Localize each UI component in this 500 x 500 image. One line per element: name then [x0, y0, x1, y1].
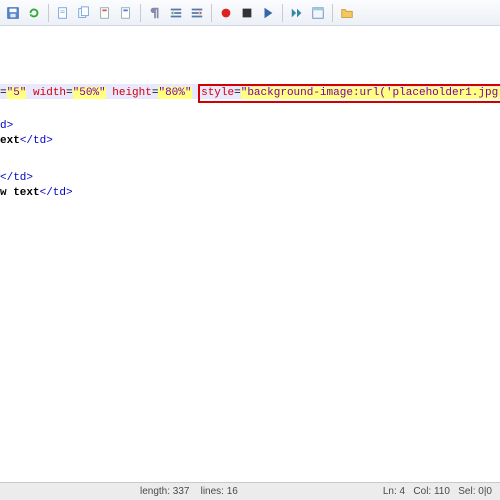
toolbar-button-7[interactable]	[146, 4, 164, 22]
attr-value: "80%"	[158, 87, 191, 99]
attr-value: "5"	[7, 87, 27, 99]
toolbar-separator	[140, 4, 141, 22]
doc-blue-icon	[119, 6, 133, 20]
toolbar-button-3[interactable]	[54, 4, 72, 22]
refresh-icon	[27, 6, 41, 20]
attr-value: "50%"	[73, 87, 106, 99]
toolbar-button-10[interactable]	[217, 4, 235, 22]
stop-icon	[240, 6, 254, 20]
status-cursor-position: Ln: 4 Col: 110 Sel: 0|0	[383, 486, 492, 497]
record-icon	[219, 6, 233, 20]
highlighted-attribute-box: style="background-image:url('placeholder…	[198, 84, 500, 103]
pages-icon	[77, 6, 91, 20]
toolbar-separator	[282, 4, 283, 22]
doc-red-icon	[98, 6, 112, 20]
toolbar-separator	[332, 4, 333, 22]
equals: =	[234, 87, 241, 99]
tag-close: </td>	[40, 187, 73, 199]
code-editor[interactable]: ="5" width="50%" height="80%" style="bac…	[0, 26, 500, 482]
toolbar-button-4[interactable]	[75, 4, 93, 22]
toolbar-button-1[interactable]	[4, 4, 22, 22]
code-lines-3: </td> w text</td>	[0, 171, 73, 201]
paragraph-icon	[148, 6, 162, 20]
tag-fragment: d>	[0, 120, 13, 132]
tag-close: </td>	[20, 135, 53, 147]
layout-icon	[311, 6, 325, 20]
tag-close: </td>	[0, 172, 33, 184]
toolbar-button-2[interactable]	[25, 4, 43, 22]
indent-icon	[169, 6, 183, 20]
attr-value: "background-image:url('placeholder1.jpg'…	[241, 87, 500, 99]
attr-name: style	[201, 87, 234, 99]
status-bar: length: 337 lines: 16 Ln: 4 Col: 110 Sel…	[0, 482, 500, 500]
toolbar-button-6[interactable]	[117, 4, 135, 22]
attr-name: height	[106, 87, 152, 99]
toolbar	[0, 0, 500, 26]
code-line-1: ="5" width="50%" height="80%" style="bac…	[0, 84, 500, 103]
toolbar-button-5[interactable]	[96, 4, 114, 22]
text-content: w text	[0, 187, 40, 199]
attr-name: width	[26, 87, 66, 99]
toolbar-button-14[interactable]	[309, 4, 327, 22]
play-icon	[261, 6, 275, 20]
toolbar-button-8[interactable]	[167, 4, 185, 22]
toolbar-button-15[interactable]	[338, 4, 356, 22]
outdent-icon	[190, 6, 204, 20]
toolbar-button-9[interactable]	[188, 4, 206, 22]
toolbar-button-12[interactable]	[259, 4, 277, 22]
folder-icon	[340, 6, 354, 20]
text-content: ext	[0, 135, 20, 147]
toolbar-button-13[interactable]	[288, 4, 306, 22]
toolbar-separator	[211, 4, 212, 22]
status-length-lines: length: 337 lines: 16	[140, 486, 238, 497]
page-icon	[56, 6, 70, 20]
fast-forward-icon	[290, 6, 304, 20]
equals: =	[0, 87, 7, 99]
toolbar-separator	[48, 4, 49, 22]
toolbar-button-11[interactable]	[238, 4, 256, 22]
code-lines-2: d> ext</td>	[0, 119, 53, 149]
disk-icon	[6, 6, 20, 20]
